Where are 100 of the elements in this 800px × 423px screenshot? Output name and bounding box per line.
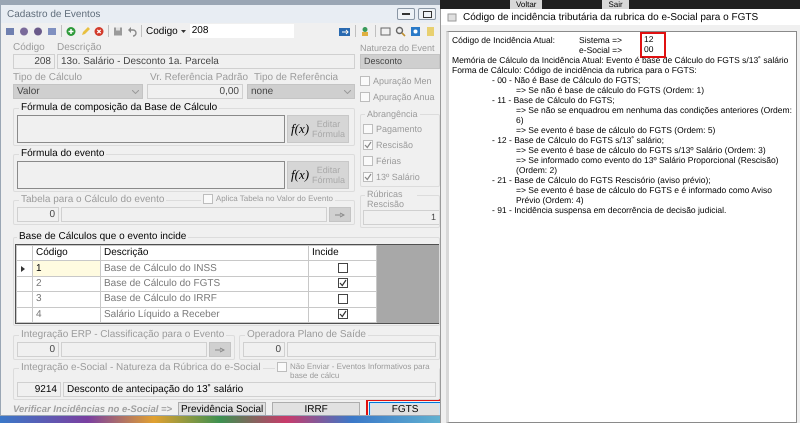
memo-line: Sistema =>	[579, 35, 622, 45]
text-field[interactable]: Desconto de antecipação do 13˚ salário	[63, 382, 436, 397]
maximize-button[interactable]	[418, 8, 436, 20]
group-title: Operadora Plano de Saíde	[245, 329, 368, 341]
memo-line: => Se evento é base de cálculo do FGTS e é informado como Aviso Prévio (Ordem: 4)	[515, 185, 773, 205]
text-field[interactable]: 0	[243, 342, 285, 357]
check-icon	[364, 173, 372, 181]
memo-line: e-Social =>	[579, 45, 622, 55]
checkbox-label: Aplica Tabela no Valor do Evento	[216, 194, 333, 203]
row-indicator[interactable]	[16, 260, 32, 276]
checkbox[interactable]	[363, 172, 373, 182]
lookup-button[interactable]	[329, 207, 351, 222]
search-field[interactable]: 208	[190, 24, 294, 38]
chevron-icon	[132, 90, 139, 94]
text-field[interactable]: 13o. Salário - Desconto 1a. Parcela	[57, 54, 355, 69]
table-cell: Base de Cálculo do FGTS	[100, 276, 308, 292]
checkbox-label: Férias	[376, 156, 402, 166]
caret-icon	[180, 30, 186, 32]
memo-line: Código de Incidência Atual:	[452, 35, 556, 47]
memo-line: Memória de Cálculo da Incidência Atual: Evento é base de Cálculo do FGTS s/13˚ salário	[452, 55, 790, 65]
checkbox-label: 13º Salário	[376, 172, 420, 182]
checkbox[interactable]	[360, 92, 370, 102]
search-icon[interactable]	[395, 26, 406, 36]
action-button[interactable]: Previdência Social	[178, 402, 266, 415]
memo-line: - 11 - Base de Cálculo do FGTS;	[491, 95, 616, 105]
circle-icon[interactable]	[19, 26, 29, 36]
window-icon[interactable]	[380, 26, 391, 36]
group-title: Base de Cálculos que o evento incide	[17, 231, 188, 243]
dropdown[interactable]: Desconto	[360, 54, 440, 69]
delete-icon[interactable]	[94, 26, 104, 36]
dropdown[interactable]: none	[247, 84, 355, 99]
memo-line: - 00 - Não é Base de Cálculo do FGTS;	[491, 75, 642, 85]
plus-icon[interactable]	[66, 26, 76, 36]
checkbox[interactable]	[277, 362, 287, 372]
search-field-dropdown[interactable]: Codigo	[146, 26, 186, 36]
text-field[interactable]	[61, 342, 207, 357]
field-label: Natureza do Event	[360, 42, 436, 54]
field-label: Código	[13, 42, 46, 54]
circle-icon[interactable]	[33, 26, 43, 36]
group-title: Integração ERP - Classificação para o Evento	[19, 329, 226, 341]
footer-label: Verificar Incidências no e-Social =>	[13, 404, 172, 415]
checkbox[interactable]	[363, 124, 373, 134]
field-label: Tipo de Referência	[254, 72, 338, 84]
checkbox-label: Rescisão	[376, 140, 414, 150]
column-header: Incide	[308, 246, 376, 261]
memo-line: => Se não se enquadrou em nenhuma das condições anteriores (Ordem: 6)	[515, 105, 793, 125]
toolbar-button[interactable]: Voltar	[510, 0, 542, 9]
group-title: Integração e-Social - Natureza da Rúbrica do e-Social	[19, 362, 263, 374]
dropdown[interactable]: Valor	[13, 84, 143, 99]
memo-line: => Se informado como evento do 13º Salário Proporcional (Rescisão) (Ordem: 2)	[515, 155, 780, 175]
text-field[interactable]	[287, 342, 436, 357]
settings-icon[interactable]	[410, 26, 421, 36]
checkbox-label: Apuração Anua	[373, 92, 435, 102]
checkbox[interactable]	[338, 309, 348, 320]
minimize-button[interactable]	[397, 8, 415, 20]
column-header: Descrição	[100, 246, 308, 261]
text-field[interactable]: 0	[17, 207, 59, 222]
maximize-icon	[422, 10, 432, 18]
text-field[interactable]: 9214	[17, 382, 61, 397]
memo-value: 12	[644, 34, 654, 44]
table-cell: 3	[32, 292, 100, 308]
action-button[interactable]: IRRF	[272, 402, 360, 415]
field-label: Vr. Referência Padrão	[150, 72, 250, 84]
text-field[interactable]	[61, 207, 327, 222]
memo-value: 00	[644, 44, 654, 54]
text-field[interactable]: 1	[363, 210, 440, 225]
person-icon[interactable]	[360, 26, 371, 36]
checkbox[interactable]	[363, 156, 373, 166]
toolbar-button[interactable]: Sair	[602, 0, 629, 9]
memo-line: => Se não é base de cálculo do FGTS (Ordem: 1)	[515, 85, 706, 95]
checkbox[interactable]	[360, 76, 370, 86]
memo-line: => Se evento é base de cálculo do FGTS (Ordem: 5)	[515, 125, 716, 135]
checkbox[interactable]	[363, 140, 373, 150]
check-icon	[338, 310, 346, 318]
table-cell: Salário Líquido a Receber	[100, 307, 308, 322]
table-cell: 1	[32, 260, 100, 276]
table-cell: 4	[32, 307, 100, 322]
save-icon[interactable]	[113, 26, 123, 36]
table-cell: Base de Cálculo do IRRF	[100, 292, 308, 308]
group-title: Abrangência	[365, 108, 420, 120]
formula-area[interactable]	[17, 161, 285, 189]
checkbox[interactable]	[202, 194, 213, 204]
formula-area[interactable]	[17, 115, 285, 143]
window-icon	[447, 12, 457, 22]
memo-line: - 91 - Incidência suspensa em decorrência de decisão judicial.	[491, 205, 728, 215]
checkbox[interactable]	[338, 294, 348, 304]
undo-icon[interactable]	[127, 26, 137, 36]
row-indicator-header	[16, 246, 32, 261]
checkbox[interactable]	[338, 262, 348, 273]
memo-line: - 12 - Base de Cálculo do FGTS s/13˚ salário;	[491, 135, 665, 145]
action-button[interactable]: FGTS	[369, 402, 440, 415]
dialog-title: Código de incidência tributária da rubrica do e-Social para o FGTS	[463, 12, 758, 22]
checkbox[interactable]	[338, 278, 348, 288]
lookup-button[interactable]	[209, 342, 231, 357]
caret-icon	[21, 266, 25, 272]
field-label: Tipo de Cálculo	[13, 72, 84, 84]
text-field[interactable]: 0,00	[147, 84, 243, 99]
checkbox-label: Pagamento	[376, 124, 422, 134]
text-field[interactable]: 208	[13, 54, 55, 69]
text-field[interactable]: 0	[17, 342, 59, 357]
